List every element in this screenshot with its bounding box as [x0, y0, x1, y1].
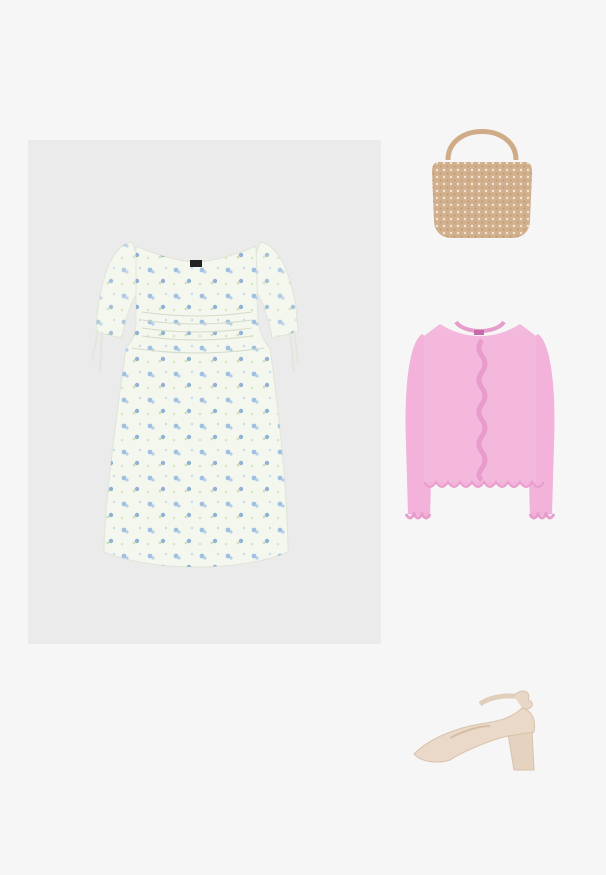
ankle-strap-pump-image[interactable]	[410, 690, 540, 772]
floral-dress-image[interactable]	[92, 212, 300, 582]
pink-cardigan-image[interactable]	[400, 314, 560, 530]
pink-cardigan-graphic	[404, 320, 556, 520]
ankle-strap-pump-graphic	[413, 690, 535, 771]
brand-label	[190, 260, 202, 267]
beaded-handbag-graphic	[432, 129, 532, 238]
floral-dress-graphic	[92, 241, 299, 568]
garment-label	[474, 330, 484, 335]
beaded-handbag-image[interactable]	[428, 112, 536, 244]
